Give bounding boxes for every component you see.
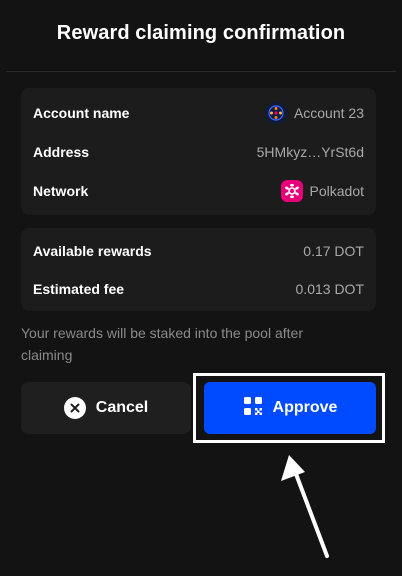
modal-title: Reward claiming confirmation (56, 22, 346, 44)
account-name-label: Account name (33, 105, 130, 121)
approve-label: Approve (272, 399, 338, 416)
network-value: Polkadot (309, 183, 364, 199)
available-rewards-row: Available rewards 0.17 DOT (33, 239, 364, 263)
address-value: 5HMkyz…YrSt6d (256, 144, 364, 160)
account-avatar-icon (264, 102, 287, 124)
close-circle-icon (63, 397, 86, 419)
approve-button[interactable]: Approve (204, 382, 376, 434)
address-label: Address (33, 144, 90, 160)
address-row: Address 5HMkyz…YrSt6d (33, 140, 364, 164)
available-rewards-label: Available rewards (33, 243, 152, 259)
network-value-group: Polkadot (280, 180, 364, 202)
cancel-label: Cancel (95, 399, 149, 416)
available-rewards-value: 0.17 DOT (303, 243, 364, 259)
estimated-fee-label: Estimated fee (33, 281, 125, 297)
cancel-button[interactable]: Cancel (21, 382, 191, 434)
network-row: Network Polkadot (33, 179, 364, 203)
header-divider (6, 71, 396, 72)
details-card: Account name Account 23 Address 5HMkyz…Y… (21, 88, 376, 215)
account-row: Account name Account 23 (33, 101, 364, 125)
qr-scan-icon (243, 396, 263, 421)
rewards-card: Available rewards 0.17 DOT Estimated fee… (21, 228, 376, 311)
staking-info-text: Your rewards will be staked into the poo… (21, 325, 303, 363)
network-label: Network (33, 183, 89, 199)
estimated-fee-value: 0.013 DOT (295, 281, 364, 297)
polkadot-icon (280, 180, 303, 202)
estimated-fee-row: Estimated fee 0.013 DOT (33, 277, 364, 301)
account-name-value: Account 23 (293, 105, 364, 121)
account-name-value-group: Account 23 (264, 102, 364, 124)
